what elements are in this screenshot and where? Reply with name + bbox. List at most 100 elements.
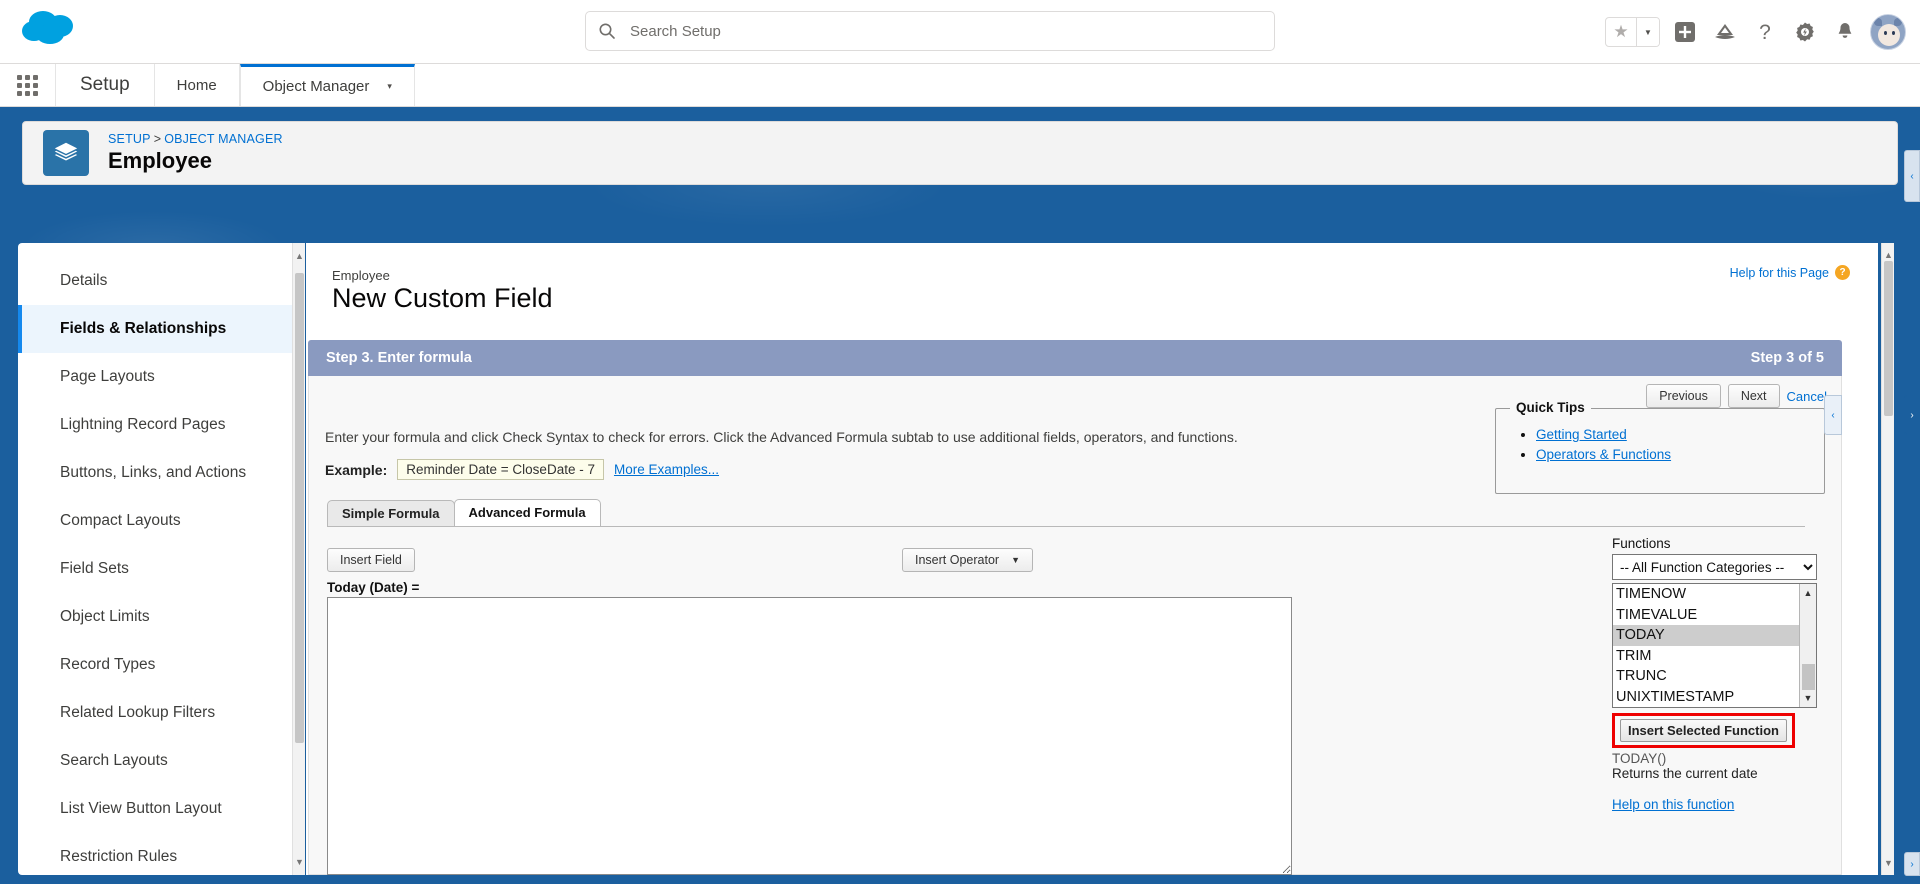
favorites-chevron-down-icon[interactable]: ▼ bbox=[1636, 18, 1659, 46]
functions-listbox[interactable]: TIMENOW TIMEVALUE TODAY TRIM TRUNC UNIXT… bbox=[1612, 583, 1817, 708]
step-counter: Step 3 of 5 bbox=[1750, 350, 1824, 366]
insert-field-button[interactable]: Insert Field bbox=[327, 548, 415, 572]
operators-functions-link[interactable]: Operators & Functions bbox=[1536, 447, 1671, 462]
tab-underline-rule bbox=[327, 526, 1805, 527]
wizard-button-row: Previous Next Cancel bbox=[1646, 384, 1827, 408]
sidebar-item-list-view-button-layout[interactable]: List View Button Layout bbox=[18, 785, 299, 833]
insert-selected-function-button[interactable]: Insert Selected Function bbox=[1620, 719, 1787, 742]
main-scroll-thumb[interactable] bbox=[1884, 261, 1893, 416]
setup-app-title: Setup bbox=[56, 64, 155, 106]
insert-selected-function-highlight: Insert Selected Function bbox=[1612, 713, 1795, 748]
functions-column: Functions -- All Function Categories -- … bbox=[1612, 536, 1817, 814]
setup-nav-bar: Setup Home Object Manager ▾ bbox=[0, 64, 1920, 107]
sidebar-scrollbar[interactable]: ▲ ▼ bbox=[292, 243, 305, 875]
record-header-texts: SETUP > OBJECT MANAGER Employee bbox=[108, 132, 283, 174]
help-question-icon[interactable]: ? bbox=[1750, 17, 1780, 47]
tab-home-label: Home bbox=[176, 76, 217, 94]
sidebar-item-label: Page Layouts bbox=[60, 368, 155, 385]
tab-home[interactable]: Home bbox=[155, 64, 240, 106]
function-option-timevalue[interactable]: TIMEVALUE bbox=[1613, 605, 1816, 626]
scroll-up-arrow-icon[interactable]: ▲ bbox=[293, 248, 306, 264]
tab-advanced-formula[interactable]: Advanced Formula bbox=[453, 499, 601, 526]
sidebar-item-object-limits[interactable]: Object Limits bbox=[18, 593, 299, 641]
function-option-timenow[interactable]: TIMENOW bbox=[1613, 584, 1816, 605]
global-header: ★ ▼ ? bbox=[0, 0, 1920, 64]
sidebar-item-label: Buttons, Links, and Actions bbox=[60, 464, 247, 481]
user-avatar[interactable] bbox=[1870, 14, 1906, 50]
sidebar-item-details[interactable]: Details bbox=[18, 257, 299, 305]
sidebar-item-related-lookup-filters[interactable]: Related Lookup Filters bbox=[18, 689, 299, 737]
tab-simple-formula[interactable]: Simple Formula bbox=[327, 500, 455, 526]
example-value: Reminder Date = CloseDate - 7 bbox=[397, 459, 604, 480]
cancel-button[interactable]: Cancel bbox=[1787, 389, 1827, 404]
scroll-down-arrow-icon[interactable]: ▼ bbox=[293, 854, 306, 870]
scroll-up-arrow-icon[interactable]: ▲ bbox=[1800, 585, 1816, 601]
help-question-badge-icon: ? bbox=[1835, 265, 1850, 280]
record-header-card: SETUP > OBJECT MANAGER Employee bbox=[22, 121, 1898, 185]
sidebar-collapse-handle[interactable]: ‹ bbox=[1824, 395, 1842, 435]
scroll-down-arrow-icon[interactable]: ▼ bbox=[1800, 690, 1816, 706]
quick-tips-item: Operators & Functions bbox=[1536, 445, 1824, 465]
functions-list-scrollbar[interactable]: ▲ ▼ bbox=[1799, 584, 1816, 707]
sidebar-item-lightning-record-pages[interactable]: Lightning Record Pages bbox=[18, 401, 299, 449]
svg-text:?: ? bbox=[1759, 21, 1771, 44]
edge-panel-handle-top[interactable]: ‹ bbox=[1904, 150, 1920, 202]
help-for-this-page-link[interactable]: Help for this Page ? bbox=[1730, 265, 1850, 280]
more-examples-link[interactable]: More Examples... bbox=[614, 462, 719, 477]
tab-object-manager[interactable]: Object Manager ▾ bbox=[239, 64, 415, 106]
sidebar-item-label: Fields & Relationships bbox=[60, 320, 227, 337]
quick-tips-list: Getting Started Operators & Functions bbox=[1536, 425, 1824, 464]
sidebar-item-field-sets[interactable]: Field Sets bbox=[18, 545, 299, 593]
formula-tab-strip: Simple Formula Advanced Formula bbox=[327, 499, 601, 526]
global-add-icon[interactable] bbox=[1670, 17, 1700, 47]
custom-object-layers-icon bbox=[43, 130, 89, 176]
scroll-down-arrow-icon[interactable]: ▼ bbox=[1882, 855, 1895, 871]
sidebar-item-label: Record Types bbox=[60, 656, 156, 673]
notifications-bell-icon[interactable] bbox=[1830, 17, 1860, 47]
favorites-star-icon[interactable]: ★ bbox=[1606, 18, 1636, 46]
search-input[interactable] bbox=[616, 22, 1274, 40]
breadcrumb-setup[interactable]: SETUP bbox=[108, 132, 151, 146]
search-box[interactable] bbox=[585, 11, 1275, 51]
sidebar-item-label: List View Button Layout bbox=[60, 800, 222, 817]
formula-form-body: Previous Next Cancel Enter your formula … bbox=[308, 376, 1842, 875]
insert-operator-button[interactable]: Insert Operator ▼ bbox=[902, 548, 1033, 572]
sidebar-item-label: Lightning Record Pages bbox=[60, 416, 226, 433]
quick-tips-item: Getting Started bbox=[1536, 425, 1824, 445]
sidebar-item-fields-relationships[interactable]: Fields & Relationships bbox=[18, 305, 299, 353]
function-option-unixtimestamp[interactable]: UNIXTIMESTAMP bbox=[1613, 687, 1816, 707]
main-panel-scrollbar[interactable]: ▲ ▼ bbox=[1881, 243, 1894, 875]
formula-textarea[interactable] bbox=[327, 597, 1292, 875]
breadcrumb-object-manager[interactable]: OBJECT MANAGER bbox=[164, 132, 283, 146]
edge-panel-handle-middle[interactable]: › bbox=[1904, 395, 1920, 435]
sidebar-item-label: Search Layouts bbox=[60, 752, 168, 769]
salesforce-cloud-logo[interactable] bbox=[18, 6, 80, 52]
functions-scroll-thumb[interactable] bbox=[1802, 664, 1815, 690]
setup-gear-icon[interactable] bbox=[1790, 17, 1820, 47]
previous-button[interactable]: Previous bbox=[1646, 384, 1721, 408]
function-option-today[interactable]: TODAY bbox=[1613, 625, 1816, 646]
global-search[interactable] bbox=[585, 11, 1275, 51]
sidebar-item-search-layouts[interactable]: Search Layouts bbox=[18, 737, 299, 785]
sidebar-scroll-thumb[interactable] bbox=[295, 273, 304, 743]
function-option-trunc[interactable]: TRUNC bbox=[1613, 666, 1816, 687]
sidebar-item-restriction-rules[interactable]: Restriction Rules bbox=[18, 833, 299, 875]
sidebar-item-compact-layouts[interactable]: Compact Layouts bbox=[18, 497, 299, 545]
insert-operator-label: Insert Operator bbox=[915, 553, 1000, 567]
chevron-down-icon[interactable]: ▾ bbox=[387, 81, 392, 92]
sidebar-item-record-types[interactable]: Record Types bbox=[18, 641, 299, 689]
next-button[interactable]: Next bbox=[1727, 384, 1780, 408]
getting-started-link[interactable]: Getting Started bbox=[1536, 427, 1627, 442]
step-bar: Step 3. Enter formula Step 3 of 5 bbox=[308, 340, 1842, 376]
trailhead-mountain-icon[interactable] bbox=[1710, 17, 1740, 47]
function-option-trim[interactable]: TRIM bbox=[1613, 646, 1816, 667]
help-on-this-function-link[interactable]: Help on this function bbox=[1612, 797, 1734, 812]
search-icon bbox=[598, 22, 616, 40]
app-launcher-icon[interactable] bbox=[0, 64, 56, 106]
favorites-group[interactable]: ★ ▼ bbox=[1605, 17, 1660, 47]
sidebar-item-page-layouts[interactable]: Page Layouts bbox=[18, 353, 299, 401]
edge-panel-handle-bottom[interactable]: › bbox=[1904, 852, 1920, 876]
function-category-select[interactable]: -- All Function Categories -- bbox=[1612, 554, 1817, 580]
function-signature: TODAY() bbox=[1612, 751, 1667, 766]
sidebar-item-buttons-links-actions[interactable]: Buttons, Links, and Actions bbox=[18, 449, 299, 497]
